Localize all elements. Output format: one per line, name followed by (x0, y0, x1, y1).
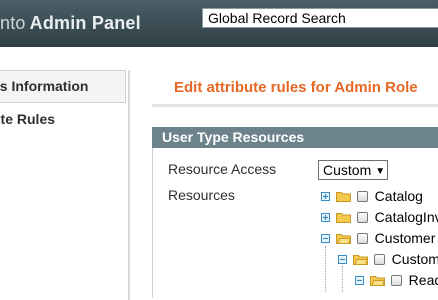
top-header: nto Admin Panel (0, 0, 438, 47)
tree-connector (325, 246, 326, 292)
global-search-input[interactable] (202, 8, 438, 28)
logo[interactable]: nto Admin Panel (0, 13, 141, 34)
tree-connector (342, 266, 343, 292)
tree-item-label: Customer (374, 230, 436, 247)
collapse-minus-icon[interactable] (321, 233, 330, 243)
expand-plus-icon[interactable] (321, 212, 330, 222)
resource-access-label: Resource Access (168, 161, 277, 177)
tab-role-information[interactable]: es Information (0, 70, 126, 103)
tree-item-catalog[interactable]: Catalog (321, 187, 423, 205)
resources-label: Resources (168, 187, 235, 203)
resource-access-value: Custom (323, 162, 372, 178)
chevron-down-icon: ▼ (375, 166, 386, 177)
checkbox[interactable] (373, 253, 385, 265)
tab-attribute-rules-label: ute Rules (0, 111, 56, 127)
tab-role-information-label: es Information (0, 78, 89, 94)
tree-item-label: Custome (391, 251, 438, 268)
resource-access-select[interactable]: Custom ▼ (318, 160, 388, 180)
expand-plus-icon[interactable] (321, 191, 330, 201)
title-divider (152, 104, 438, 107)
collapse-minus-icon[interactable] (355, 275, 364, 285)
folder-open-icon (369, 276, 385, 287)
tree-item-label: CatalogInve (374, 209, 438, 226)
folder-open-icon (352, 255, 368, 266)
tree-item-customer[interactable]: Customer (321, 229, 435, 247)
collapse-minus-icon[interactable] (338, 254, 347, 264)
tree-item-cataloginventory[interactable]: CatalogInve (321, 208, 438, 226)
tree-item-read[interactable]: Read (355, 271, 438, 289)
checkbox[interactable] (356, 211, 368, 223)
tree-item-label: Read (408, 272, 438, 289)
logo-brand: nto (0, 13, 26, 33)
sidebar: es Information ute Rules (0, 70, 130, 300)
checkbox[interactable] (390, 274, 402, 286)
tree-item-label: Catalog (374, 188, 423, 205)
folder-open-icon (335, 234, 351, 245)
logo-title: Admin Panel (29, 13, 141, 33)
folder-icon (335, 192, 351, 203)
page-title: Edit attribute rules for Admin Role (174, 79, 418, 96)
folder-icon (335, 213, 351, 224)
tree-item-customer-child[interactable]: Custome (338, 250, 438, 268)
checkbox[interactable] (356, 232, 368, 244)
tab-attribute-rules[interactable]: ute Rules (0, 104, 126, 137)
checkbox[interactable] (356, 190, 368, 202)
section-header: User Type Resources (152, 127, 438, 148)
